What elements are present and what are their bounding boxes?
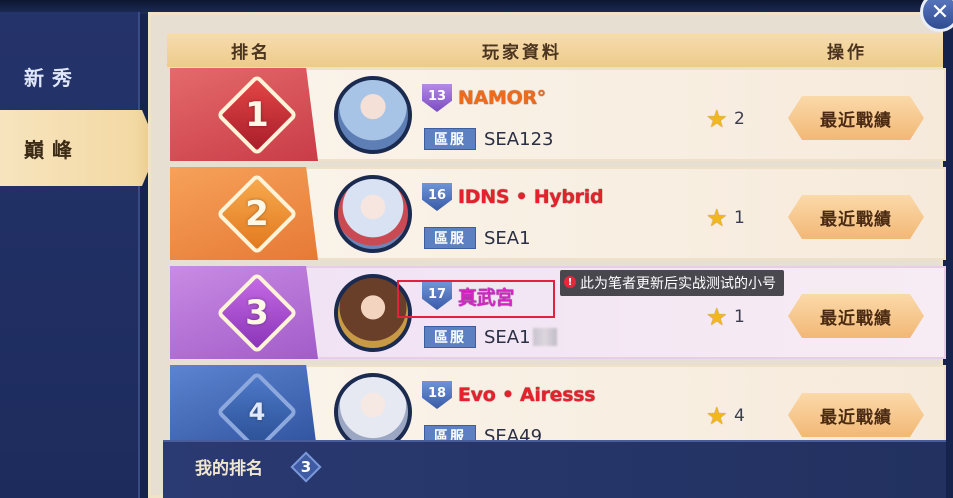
my-rank-bar: 我的排名 3 [163,440,946,498]
header-player-info: 玩家資料 [482,42,562,63]
header-operation: 操作 [827,42,867,63]
server-tag: 區服 [424,128,476,150]
star-icon: ★ [706,105,728,133]
nav-item-rookie[interactable]: 新秀 [0,46,140,106]
server-value: SEA1 [484,227,531,249]
alert-icon: ! [564,276,576,288]
rank-number: 3 [245,293,269,333]
star-count: 2 [734,109,745,129]
rank-number: 1 [245,95,269,135]
server-tag: 區服 [424,326,476,348]
player-name: Evo • Airesss [458,384,596,406]
leaderboard-row: 3 17 真武宮 區服 SEA1 ★ 1 最近戰績 [170,266,946,359]
category-sidebar: 新秀 巔峰 [0,12,158,498]
player-avatar[interactable] [334,76,412,154]
star-count: 4 [734,406,745,426]
star-count: 1 [734,307,745,327]
my-rank-label: 我的排名 [195,459,263,479]
level-shield-icon: 13 [422,84,452,112]
leaderboard-header: 排名 玩家資料 操作 [167,33,943,67]
recent-record-button[interactable]: 最近戰績 [788,294,924,338]
annotation-tooltip: ! 此为笔者更新后实战测试的小号 [560,270,784,296]
server-value-text: SEA1 [484,326,531,348]
star-icon: ★ [706,303,728,331]
leaderboard-row: 1 13 NAMOR° 區服 SEA123 ★ 2 最近戰績 [170,68,946,161]
star-icon: ★ [706,402,728,430]
nav-item-peak[interactable]: 巔峰 [0,110,158,186]
rank-number: 2 [245,194,269,234]
rank-number: 4 [248,398,266,426]
star-count: 1 [734,208,745,228]
server-value: SEA123 [484,128,554,150]
header-rank: 排名 [231,42,271,63]
level-shield-icon: 16 [422,183,452,211]
annotation-text: 此为笔者更新后实战测试的小号 [580,276,776,292]
server-tag: 區服 [424,227,476,249]
player-name: NAMOR° [458,87,546,109]
recent-record-button[interactable]: 最近戰績 [788,393,924,437]
server-value: SEA1 [484,324,557,350]
leaderboard-row: 2 16 IDNS • Hybrid 區服 SEA1 ★ 1 最近戰績 [170,167,946,260]
level-shield-icon: 18 [422,381,452,409]
player-name: IDNS • Hybrid [458,186,604,208]
recent-record-button[interactable]: 最近戰績 [788,96,924,140]
player-avatar[interactable] [334,175,412,253]
recent-record-button[interactable]: 最近戰績 [788,195,924,239]
redacted-blur [532,328,557,346]
my-rank-value: 3 [300,458,312,476]
star-icon: ★ [706,204,728,232]
annotation-highlight-box [397,280,555,318]
